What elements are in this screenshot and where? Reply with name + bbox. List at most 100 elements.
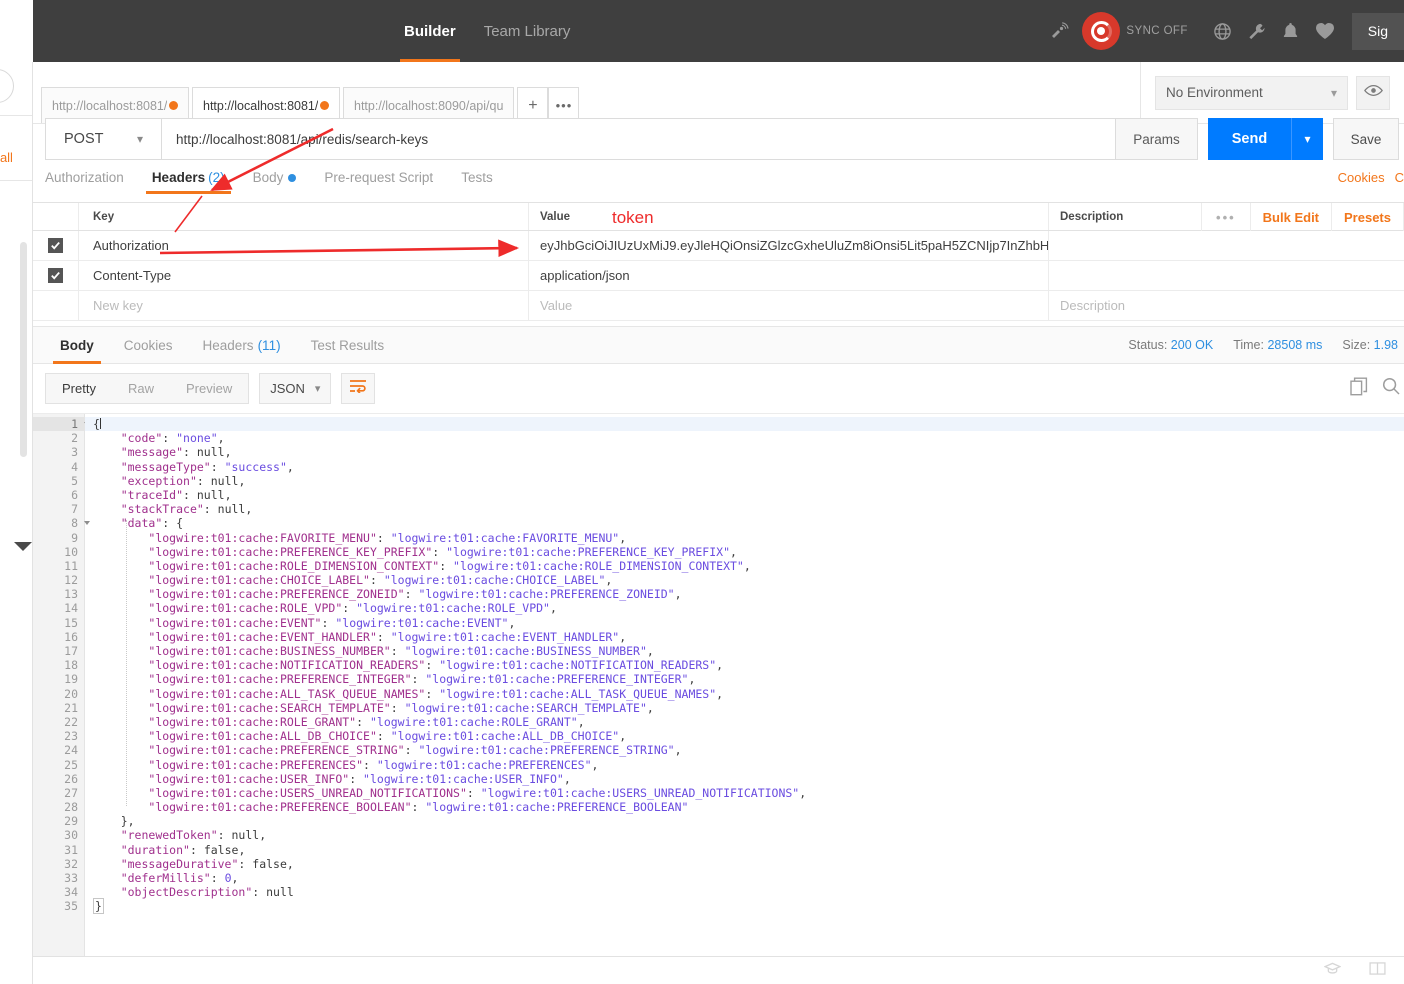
http-method-label: POST [64, 131, 104, 147]
header-checkbox-column [33, 203, 79, 230]
save-button[interactable]: Save [1333, 118, 1399, 160]
code-line: "messageDurative": false, [120, 856, 294, 871]
tab-authorization[interactable]: Authorization [45, 170, 138, 194]
sidebar-caret-icon[interactable] [14, 542, 32, 551]
request-tab-3-label: http://localhost:8090/api/qu [354, 98, 504, 113]
presets-button[interactable]: Presets [1332, 203, 1404, 231]
new-header-key-input[interactable]: New key [79, 291, 529, 320]
request-section-tabs: Authorization Headers (2) Body Pre-reques… [45, 170, 1404, 198]
header-enabled-checkbox[interactable] [48, 238, 63, 253]
header-value-authorization[interactable]: eyJhbGciOiJIUzUxMiJ9.eyJleHQiOnsiZGlzcGx… [529, 231, 1049, 260]
tab-headers[interactable]: Headers (2) [138, 170, 239, 194]
tab-authorization-label: Authorization [45, 170, 124, 185]
code-line: { [85, 417, 1404, 432]
bell-icon[interactable] [1274, 0, 1308, 62]
word-wrap-button[interactable] [341, 373, 376, 404]
response-status: Status: 200 OK [1128, 338, 1213, 352]
response-tab-cookies-label: Cookies [123, 337, 173, 353]
copy-icon[interactable] [1350, 377, 1368, 401]
sign-in-button[interactable]: Sig [1351, 12, 1404, 50]
line-number: 11 [64, 558, 78, 573]
response-size: Size: 1.98 [1342, 338, 1398, 352]
two-pane-view-icon[interactable] [1369, 961, 1386, 980]
line-number: 10 [64, 544, 78, 559]
tab-team-library-label: Team Library [483, 22, 571, 40]
response-tab-cookies[interactable]: Cookies [109, 326, 188, 364]
send-options-button[interactable]: ▾ [1291, 118, 1323, 160]
line-number: 18 [64, 658, 78, 673]
header-enabled-checkbox[interactable] [48, 268, 63, 283]
code-line: "logwire:t01:cache:NOTIFICATION_READERS"… [148, 658, 724, 673]
antenna-icon[interactable] [1042, 0, 1076, 62]
bulk-edit-button[interactable]: Bulk Edit [1251, 203, 1333, 231]
cookies-link[interactable]: Cookies [1338, 170, 1385, 185]
eye-icon [1363, 84, 1383, 102]
code-line: "logwire:t01:cache:FAVORITE_MENU": "logw… [148, 530, 627, 545]
line-number: 27 [64, 785, 78, 800]
code-line: "code": "none", [120, 431, 225, 446]
line-number: 7 [71, 502, 78, 517]
line-number: 8 [33, 516, 90, 530]
header-value-content-type[interactable]: application/json [529, 261, 1049, 290]
sidebar-scrollbar[interactable] [20, 242, 27, 457]
environment-bar: No Environment ▾ [1140, 62, 1404, 124]
tab-team-library[interactable]: Team Library [470, 0, 585, 62]
response-body-code-viewer[interactable]: 1 2 3 4 5 6 7 8 9 10 11 12 13 14 15 16 17 18 19 20 21 22 23 24 2… [33, 414, 1404, 956]
request-tab-1-label: http://localhost:8081/ [52, 98, 168, 113]
view-mode-pretty[interactable]: Pretty [46, 374, 112, 403]
tab-builder[interactable]: Builder [390, 0, 470, 62]
header-description-authorization[interactable] [1049, 231, 1404, 260]
request-tab-bar: http://localhost:8081/ http://localhost:… [33, 62, 1140, 124]
http-method-select[interactable]: POST ▾ [45, 118, 162, 160]
response-tab-test-results[interactable]: Test Results [296, 326, 400, 364]
search-icon[interactable] [1382, 377, 1400, 400]
header-key-content-type[interactable]: Content-Type [79, 261, 529, 290]
code-link[interactable]: C [1395, 170, 1404, 185]
bootcamp-icon[interactable] [1323, 962, 1342, 980]
header-row-checkbox-cell [33, 261, 79, 290]
tab-tests-label: Tests [461, 170, 493, 185]
tab-body[interactable]: Body [239, 170, 311, 194]
sidebar-avatar-circle [0, 69, 14, 103]
heart-icon[interactable] [1308, 0, 1342, 62]
response-tab-body[interactable]: Body [45, 326, 109, 364]
code-line: "logwire:t01:cache:EVENT": "logwire:t01:… [148, 615, 516, 630]
column-value: Value [529, 203, 1049, 230]
headers-table-actions: ••• Bulk Edit Presets [1201, 203, 1404, 231]
new-header-description-input[interactable]: Description [1049, 291, 1404, 320]
environment-quick-look-button[interactable] [1356, 75, 1390, 110]
header-description-content-type[interactable] [1049, 261, 1404, 290]
response-tab-headers[interactable]: Headers (11) [188, 326, 296, 364]
new-header-value-input[interactable]: Value [529, 291, 1049, 320]
line-number: 9 [71, 530, 78, 545]
url-input[interactable]: http://localhost:8081/api/redis/search-k… [162, 118, 1116, 160]
tab-pre-request-script[interactable]: Pre-request Script [310, 170, 447, 194]
unsaved-dot-icon [320, 101, 329, 110]
wrench-icon[interactable] [1240, 0, 1274, 62]
code-line: "logwire:t01:cache:ROLE_VPD": "logwire:t… [148, 601, 557, 616]
code-line: "logwire:t01:cache:PREFERENCES": "logwir… [148, 757, 599, 772]
line-number: 26 [64, 771, 78, 786]
line-number: 6 [71, 487, 78, 502]
send-button[interactable]: Send [1208, 118, 1291, 160]
code-line: "logwire:t01:cache:EVENT_HANDLER": "logw… [148, 629, 627, 644]
view-mode-raw[interactable]: Raw [112, 374, 170, 403]
body-indicator-dot-icon [288, 174, 297, 183]
tab-tests[interactable]: Tests [447, 170, 507, 194]
code-line: "renewedToken": null, [120, 828, 267, 843]
headers-more-button[interactable]: ••• [1201, 203, 1251, 231]
code-line: "logwire:t01:cache:PREFERENCE_STRING": "… [148, 743, 682, 758]
response-format-select[interactable]: JSON ▾ [259, 373, 332, 404]
environment-select[interactable]: No Environment ▾ [1155, 75, 1348, 110]
postman-logo-icon[interactable] [1082, 12, 1121, 50]
header-key-authorization[interactable]: Authorization [79, 231, 529, 260]
globe-icon[interactable] [1206, 0, 1240, 62]
view-mode-preview[interactable]: Preview [170, 374, 248, 403]
tab-headers-label: Headers [151, 170, 206, 185]
code-content[interactable]: { "code": "none", "message": null, "mess… [85, 414, 1404, 956]
sidebar-clear-all-link[interactable]: r all [0, 150, 13, 165]
params-button[interactable]: Params [1116, 118, 1198, 160]
tab-pre-request-script-label: Pre-request Script [324, 170, 434, 185]
size-label: Size: [1342, 338, 1371, 352]
line-number: 35 [64, 899, 78, 914]
